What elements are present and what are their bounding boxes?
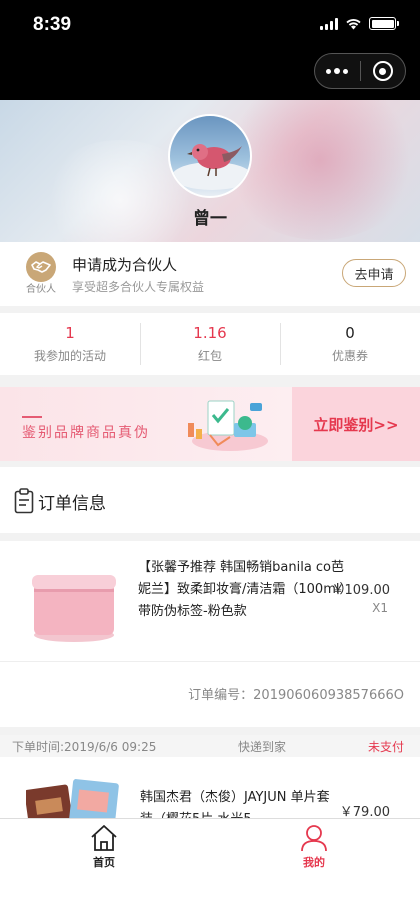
order-card[interactable]: 【张馨予推荐 韩国畅销banila co芭妮兰】致柔卸妆膏/清洁霜（100ml）…	[0, 541, 420, 727]
tab-mine[interactable]: 我的	[274, 823, 354, 870]
authenticate-banner[interactable]: 鉴别品牌商品真伪 立即鉴别>>	[0, 387, 420, 461]
order-status: 未支付	[367, 740, 404, 754]
partner-row[interactable]: 合伙人 申请成为合伙人 享受超多合伙人专属权益 去申请	[0, 242, 420, 306]
status-time: 8:39	[33, 14, 72, 35]
mini-program-capsule	[314, 53, 406, 89]
order-card[interactable]: 韩国杰君（杰俊）JAYJUN 单片套装（樱花5片 水光5 ￥79.00	[0, 757, 420, 821]
battery-icon	[369, 17, 399, 30]
stat-activities[interactable]: 1 我参加的活动	[0, 313, 140, 375]
stat-label: 红包	[197, 349, 222, 363]
product-image	[26, 779, 119, 821]
top-bar: 8:39	[0, 0, 420, 100]
tab-mine-label: 我的	[303, 856, 325, 869]
handshake-icon	[26, 252, 56, 282]
apply-button[interactable]: 去申请	[342, 259, 406, 287]
verification-illustration-icon	[188, 400, 268, 451]
order-time: 下单时间:2019/6/6 09:25	[12, 740, 157, 754]
partner-title: 申请成为合伙人	[72, 256, 178, 274]
tab-bar: 首页 我的	[0, 818, 420, 910]
username: 曾一	[193, 209, 227, 229]
product-name: 【张馨予推荐 韩国畅销banila co芭妮兰】致柔卸妆膏/清洁霜（100ml）…	[138, 560, 346, 619]
status-icons	[320, 17, 399, 30]
stat-label: 我参加的活动	[33, 349, 106, 363]
order-section-title: 订单信息	[38, 494, 106, 514]
avatar[interactable]	[168, 114, 252, 198]
stat-red-packet[interactable]: 1.16 红包	[140, 313, 280, 375]
profile-header: 曾一	[0, 100, 420, 242]
stat-value: 0	[345, 324, 355, 342]
product-quantity: X1	[372, 601, 388, 615]
stat-value: 1.16	[193, 324, 227, 342]
partner-subtitle: 享受超多合伙人专属权益	[72, 280, 205, 294]
order-section-header: 订单信息	[0, 467, 420, 533]
stat-value: 1	[65, 324, 75, 342]
product-price: ￥109.00	[331, 583, 391, 598]
user-icon	[301, 825, 327, 852]
tab-home[interactable]: 首页	[64, 823, 144, 870]
stats-bar: 1 我参加的活动 1.16 红包 0 优惠券	[0, 313, 420, 375]
stat-coupons[interactable]: 0 优惠券	[280, 313, 420, 375]
more-icon[interactable]	[315, 54, 360, 88]
home-icon	[91, 825, 117, 851]
product-image	[32, 575, 116, 642]
clipboard-icon	[14, 488, 34, 514]
delivery-method: 快递到家	[238, 740, 287, 754]
authenticate-now-link[interactable]: 立即鉴别>>	[313, 414, 398, 435]
signal-icon	[320, 17, 338, 30]
order-number: 订单编号：20190606093857666O	[188, 688, 404, 703]
partner-icon-label: 合伙人	[26, 284, 56, 295]
wifi-icon	[346, 18, 361, 30]
product-name: 韩国杰君（杰俊）JAYJUN 单片套装（樱花5片 水光5	[140, 790, 330, 821]
stat-label: 优惠券	[331, 349, 368, 363]
close-target-icon[interactable]	[360, 54, 405, 88]
tab-home-label: 首页	[93, 856, 115, 869]
bird-icon	[172, 144, 250, 190]
order-meta-row: 下单时间:2019/6/6 09:25 快递到家 未支付	[0, 735, 420, 757]
banner-text: 鉴别品牌商品真伪	[22, 425, 150, 441]
